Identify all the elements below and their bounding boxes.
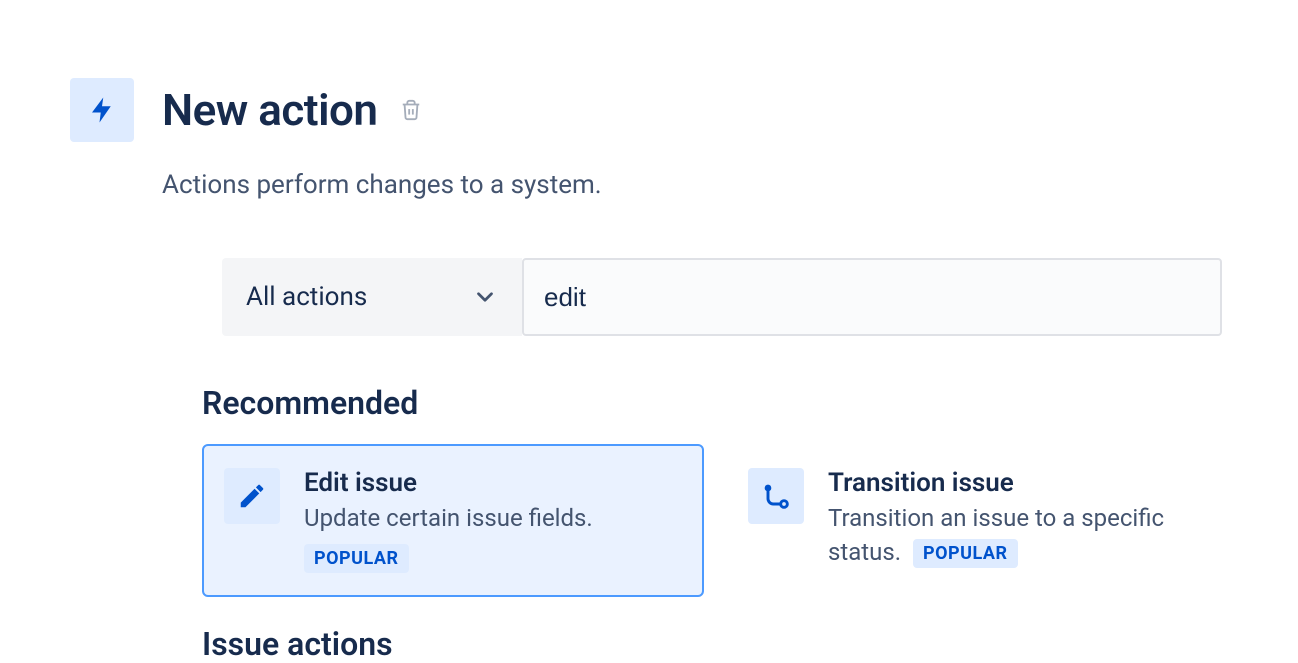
action-card-transition-issue[interactable]: Transition issue Transition an issue to …: [726, 444, 1228, 597]
section-title-recommended: Recommended: [202, 384, 1228, 422]
card-title: Edit issue: [304, 468, 682, 498]
card-desc: Update certain issue fields.: [304, 502, 682, 536]
popular-badge: POPULAR: [304, 544, 409, 573]
dropdown-label: All actions: [246, 282, 367, 312]
trash-icon: [400, 98, 422, 122]
section-title-issue-actions: Issue actions: [202, 625, 1228, 663]
issue-actions-section: Issue actions: [202, 625, 1228, 663]
card-desc: Transition an issue to a specific status…: [828, 502, 1206, 569]
chevron-down-icon: [472, 284, 498, 310]
search-input[interactable]: [522, 258, 1222, 336]
action-lightning-icon: [70, 78, 134, 142]
action-card-edit-issue[interactable]: Edit issue Update certain issue fields. …: [202, 444, 704, 597]
transition-icon: [748, 468, 804, 524]
header-row: New action: [70, 78, 1228, 142]
popular-badge: POPULAR: [913, 539, 1018, 568]
card-title: Transition issue: [828, 468, 1206, 498]
page-title: New action: [162, 84, 378, 136]
actions-filter-dropdown[interactable]: All actions: [222, 258, 522, 336]
recommended-section: Recommended Edit issue Update certain is…: [202, 384, 1228, 597]
filter-row: All actions: [222, 258, 1222, 336]
page-subtitle: Actions perform changes to a system.: [162, 170, 1228, 200]
pencil-icon: [224, 468, 280, 524]
delete-button[interactable]: [396, 94, 426, 126]
